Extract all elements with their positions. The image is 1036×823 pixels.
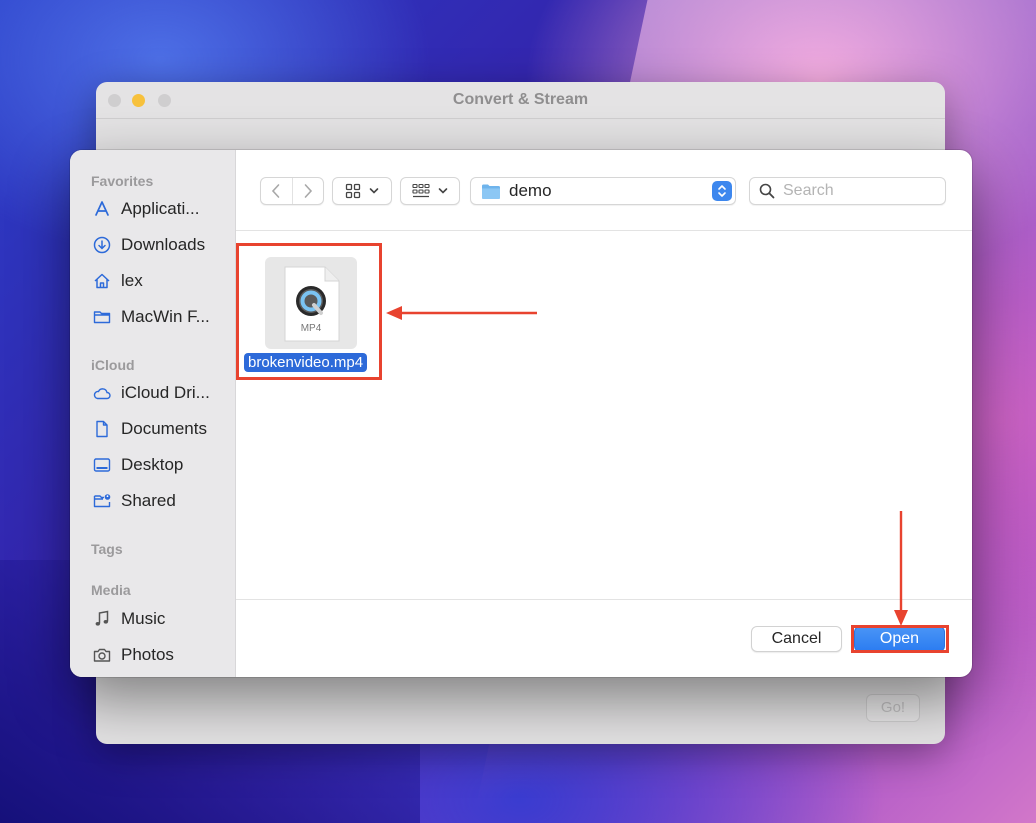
- search-field[interactable]: [749, 177, 946, 205]
- sidebar-item-label: iCloud Dri...: [121, 383, 210, 402]
- toolbar: demo: [236, 150, 972, 231]
- sidebar-item-label: Downloads: [121, 235, 206, 254]
- sidebar-section-tags: Tags: [91, 541, 123, 557]
- go-button[interactable]: Go!: [866, 694, 920, 722]
- sidebar-section-media: Media: [91, 582, 131, 598]
- music-icon: [95, 610, 109, 626]
- home-icon: [94, 273, 110, 289]
- downloads-icon: [93, 236, 111, 254]
- sidebar-item-label: Photos: [121, 645, 174, 664]
- sidebar-section-icloud: iCloud: [91, 357, 135, 373]
- navigation-group: [260, 177, 324, 205]
- sidebar-item-label: Desktop: [121, 455, 184, 474]
- sidebar-item-applications[interactable]: Applicati...: [92, 196, 232, 222]
- folder-icon: [482, 184, 500, 199]
- document-icon: [96, 420, 108, 438]
- app-title: Convert & Stream: [452, 91, 589, 108]
- sidebar-item-home[interactable]: lex: [92, 268, 232, 294]
- sidebar-item-icloud-drive[interactable]: iCloud Dri...: [92, 380, 232, 406]
- path-stepper[interactable]: [712, 181, 732, 201]
- path-label: demo: [509, 181, 552, 200]
- icloud-icon: [93, 388, 111, 400]
- folder-icon: [93, 311, 111, 324]
- sidebar-item-documents[interactable]: Documents: [92, 416, 232, 442]
- annotation-open-highlight: [851, 625, 949, 653]
- forward-button[interactable]: [291, 178, 324, 204]
- sidebar-item-label: Applicati...: [121, 199, 200, 218]
- annotation-arrow-left: [386, 306, 537, 320]
- sidebar: Favorites Applicati... Downloads lex Mac…: [70, 150, 236, 677]
- icon-view-grid-icon: [345, 183, 361, 199]
- sidebar-item-label: Shared: [121, 491, 176, 510]
- applications-icon: [95, 201, 109, 216]
- sidebar-item-label: MacWin F...: [121, 307, 210, 326]
- annotation-file-highlight: [236, 243, 382, 380]
- sidebar-section-favorites: Favorites: [91, 173, 154, 189]
- shared-folder-icon: [93, 494, 111, 508]
- open-file-dialog: Favorites Applicati... Downloads lex Mac…: [70, 150, 972, 677]
- sidebar-item-label: Music: [121, 609, 166, 628]
- cancel-button[interactable]: Cancel: [751, 626, 842, 652]
- sidebar-item-photos[interactable]: Photos: [92, 642, 232, 668]
- chevron-down-icon: [438, 188, 448, 194]
- group-by-button[interactable]: [400, 177, 460, 205]
- sidebar-item-downloads[interactable]: Downloads: [92, 232, 232, 258]
- sidebar-item-macwin-folder[interactable]: MacWin F...: [92, 304, 232, 330]
- chevron-down-icon: [369, 188, 379, 194]
- sidebar-item-label: lex: [121, 271, 143, 290]
- annotation-arrow-down: [894, 511, 908, 626]
- sidebar-item-shared[interactable]: Shared: [92, 488, 232, 514]
- chevron-left-icon: [272, 184, 280, 198]
- back-button[interactable]: [261, 178, 292, 204]
- app-titlebar: Convert & Stream: [96, 82, 945, 119]
- camera-icon: [93, 648, 111, 662]
- group-grid-icon: [412, 183, 430, 198]
- up-down-chevron-icon: [718, 185, 726, 197]
- search-input[interactable]: [781, 181, 935, 201]
- path-popup[interactable]: demo: [470, 177, 736, 205]
- search-icon: [759, 183, 775, 199]
- view-mode-button[interactable]: [332, 177, 392, 205]
- sidebar-item-label: Documents: [121, 419, 207, 438]
- sidebar-item-desktop[interactable]: Desktop: [92, 452, 232, 478]
- sidebar-item-music[interactable]: Music: [92, 606, 232, 632]
- desktop-icon: [93, 458, 111, 472]
- chevron-right-icon: [304, 184, 312, 198]
